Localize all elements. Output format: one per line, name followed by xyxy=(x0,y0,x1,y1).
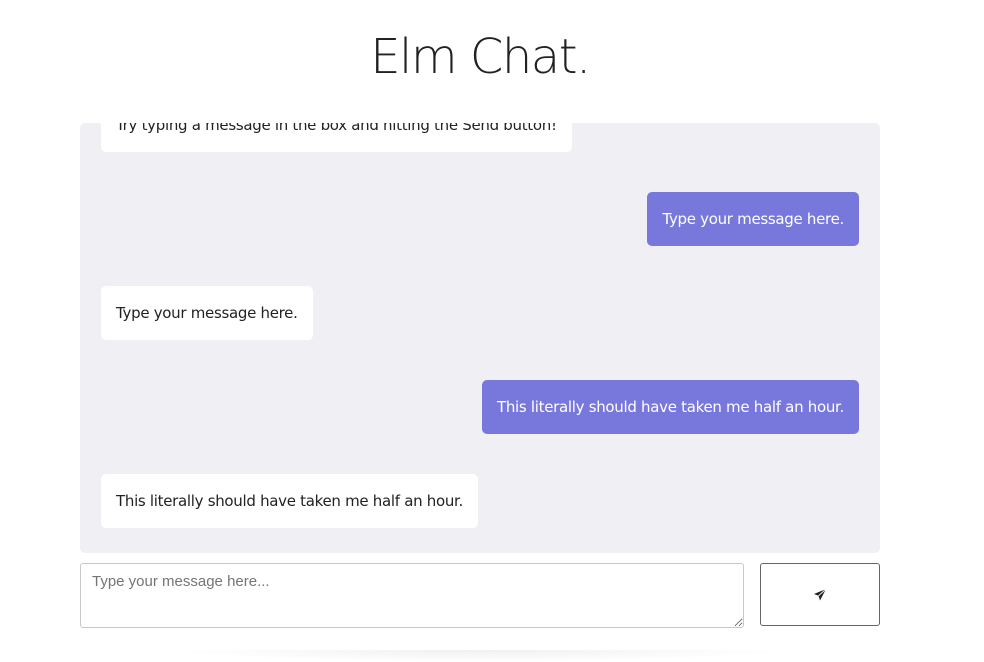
paper-plane-icon xyxy=(814,588,827,600)
footer-shadow xyxy=(170,650,790,662)
send-button[interactable] xyxy=(760,563,880,626)
chat-app: Elm Chat. Try typing a message in the bo… xyxy=(0,0,984,662)
message-list[interactable]: Try typing a message in the box and hitt… xyxy=(80,123,880,553)
message-bubble-received: Try typing a message in the box and hitt… xyxy=(101,123,572,152)
message-bubble-sent: Type your message here. xyxy=(647,192,859,246)
message-bubble-sent: This literally should have taken me half… xyxy=(481,380,859,434)
message-bubble-received: This literally should have taken me half… xyxy=(101,474,479,528)
message-input[interactable] xyxy=(80,563,744,628)
page-title: Elm Chat. xyxy=(370,29,591,85)
message-bubble-received: Type your message here. xyxy=(101,286,313,340)
